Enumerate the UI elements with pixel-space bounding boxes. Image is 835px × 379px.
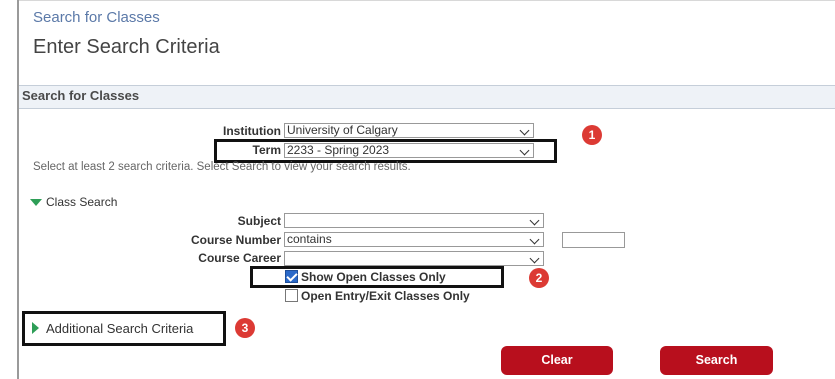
institution-label: Institution <box>223 124 281 138</box>
search-hint-text: Select at least 2 search criteria. Selec… <box>33 161 411 173</box>
show-open-highlight-box <box>250 266 504 288</box>
course-number-label: Course Number <box>190 233 281 247</box>
top-border <box>17 0 835 1</box>
course-number-operator-select[interactable]: contains <box>284 232 544 247</box>
institution-value: University of Calgary <box>287 123 398 137</box>
chevron-down-icon <box>529 215 540 226</box>
course-number-operator-value: contains <box>287 232 332 246</box>
open-entry-exit-checkbox[interactable] <box>285 289 298 302</box>
left-border <box>17 0 19 379</box>
course-number-input[interactable] <box>562 232 625 248</box>
subject-label: Subject <box>237 214 281 228</box>
additional-criteria-highlight-box <box>22 311 226 346</box>
course-career-label: Course Career <box>198 251 281 265</box>
term-highlight-box <box>214 139 557 163</box>
course-career-select[interactable] <box>284 251 544 266</box>
callout-badge-3: 3 <box>235 318 255 338</box>
institution-select[interactable]: University of Calgary <box>284 123 534 138</box>
chevron-down-icon <box>529 253 540 264</box>
triangle-down-icon[interactable] <box>30 199 42 206</box>
class-search-toggle[interactable]: Class Search <box>46 195 117 209</box>
chevron-down-icon <box>529 234 540 245</box>
page-title: Enter Search Criteria <box>33 36 220 58</box>
callout-badge-2: 2 <box>529 268 549 288</box>
breadcrumb[interactable]: Search for Classes <box>33 9 160 26</box>
open-entry-exit-label[interactable]: Open Entry/Exit Classes Only <box>301 289 470 303</box>
subject-select[interactable] <box>284 213 544 228</box>
search-button[interactable]: Search <box>660 346 773 375</box>
callout-badge-1: 1 <box>582 125 602 145</box>
chevron-down-icon <box>519 125 530 136</box>
section-header-bar <box>19 85 835 109</box>
clear-button[interactable]: Clear <box>501 346 613 375</box>
section-title: Search for Classes <box>22 88 140 103</box>
